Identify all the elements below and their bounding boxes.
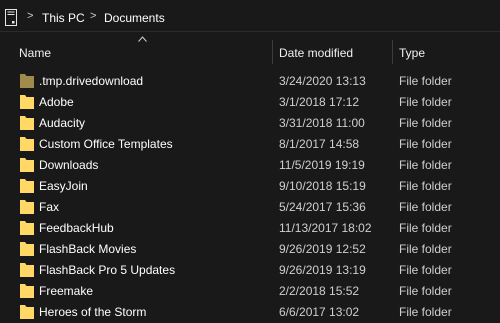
file-list: .tmp.drivedownload 3/24/2020 13:13 File … [0,70,500,322]
file-type: File folder [399,305,452,319]
breadcrumb-separator-icon[interactable]: > [90,10,96,22]
file-type: File folder [399,74,452,88]
column-header-type[interactable]: Type [399,46,425,60]
folder-icon [20,305,34,319]
file-name: FeedbackHub [39,221,114,235]
folder-icon [20,116,34,130]
file-date-modified: 5/24/2017 15:36 [279,200,366,214]
file-row[interactable]: Heroes of the Storm 6/6/2017 13:02 File … [0,301,500,322]
file-row[interactable]: EasyJoin 9/10/2018 15:19 File folder [0,175,500,196]
folder-icon [20,200,34,214]
file-row[interactable]: FlashBack Movies 9/26/2019 12:52 File fo… [0,238,500,259]
file-date-modified: 11/13/2017 18:02 [279,221,372,235]
file-row[interactable]: .tmp.drivedownload 3/24/2020 13:13 File … [0,70,500,91]
file-row[interactable]: Adobe 3/1/2018 17:12 File folder [0,91,500,112]
file-row[interactable]: FeedbackHub 11/13/2017 18:02 File folder [0,217,500,238]
file-name: Downloads [39,158,99,172]
file-date-modified: 3/31/2018 11:00 [279,116,365,130]
file-date-modified: 9/26/2019 12:52 [279,242,366,256]
folder-icon [20,221,34,235]
file-name: .tmp.drivedownload [39,74,144,88]
file-type: File folder [399,284,452,298]
folder-icon [20,179,34,193]
address-bar[interactable]: > This PC > Documents [0,4,500,32]
file-type: File folder [399,242,452,256]
file-date-modified: 6/6/2017 13:02 [279,305,360,319]
column-header-date-modified[interactable]: Date modified [279,46,353,60]
file-date-modified: 2/2/2018 15:52 [279,284,360,298]
file-date-modified: 9/26/2019 13:19 [279,263,366,277]
folder-icon [20,263,34,277]
file-date-modified: 9/10/2018 15:19 [279,179,366,193]
file-name: FlashBack Pro 5 Updates [39,263,176,277]
file-row[interactable]: Custom Office Templates 8/1/2017 14:58 F… [0,133,500,154]
file-name: FlashBack Movies [39,242,137,256]
file-type: File folder [399,137,452,151]
file-name: Freemake [39,284,94,298]
file-name: Custom Office Templates [39,137,173,151]
file-date-modified: 3/24/2020 13:13 [279,74,366,88]
file-row[interactable]: FlashBack Pro 5 Updates 9/26/2019 13:19 … [0,259,500,280]
folder-icon [20,158,34,172]
file-explorer-window: > This PC > Documents Name Date modified… [0,0,500,323]
file-name: Fax [39,200,60,214]
column-headers: Name Date modified Type [0,36,500,68]
file-row[interactable]: Freemake 2/2/2018 15:52 File folder [0,280,500,301]
file-type: File folder [399,179,452,193]
file-row[interactable]: Fax 5/24/2017 15:36 File folder [0,196,500,217]
folder-icon [20,137,34,151]
file-name: Heroes of the Storm [39,305,147,319]
sort-ascending-icon [138,36,147,42]
this-pc-icon [5,9,17,26]
file-type: File folder [399,221,452,235]
column-divider[interactable] [272,40,273,64]
file-type: File folder [399,116,452,130]
file-date-modified: 8/1/2017 14:58 [279,137,360,151]
column-divider[interactable] [392,40,393,64]
breadcrumb-separator-icon[interactable]: > [27,10,33,22]
file-date-modified: 3/1/2018 17:12 [279,95,360,109]
file-name: EasyJoin [39,179,88,193]
breadcrumb-documents[interactable]: Documents [104,11,165,25]
file-type: File folder [399,263,452,277]
file-row[interactable]: Audacity 3/31/2018 11:00 File folder [0,112,500,133]
folder-icon [20,284,34,298]
breadcrumb-this-pc[interactable]: This PC [42,11,85,25]
file-type: File folder [399,200,452,214]
file-date-modified: 11/5/2019 19:19 [279,158,365,172]
folder-icon [20,95,34,109]
file-name: Adobe [39,95,74,109]
folder-icon [20,74,34,88]
file-row[interactable]: Downloads 11/5/2019 19:19 File folder [0,154,500,175]
file-name: Audacity [39,116,86,130]
folder-icon [20,242,34,256]
column-header-name[interactable]: Name [19,46,51,60]
file-type: File folder [399,158,452,172]
file-type: File folder [399,95,452,109]
